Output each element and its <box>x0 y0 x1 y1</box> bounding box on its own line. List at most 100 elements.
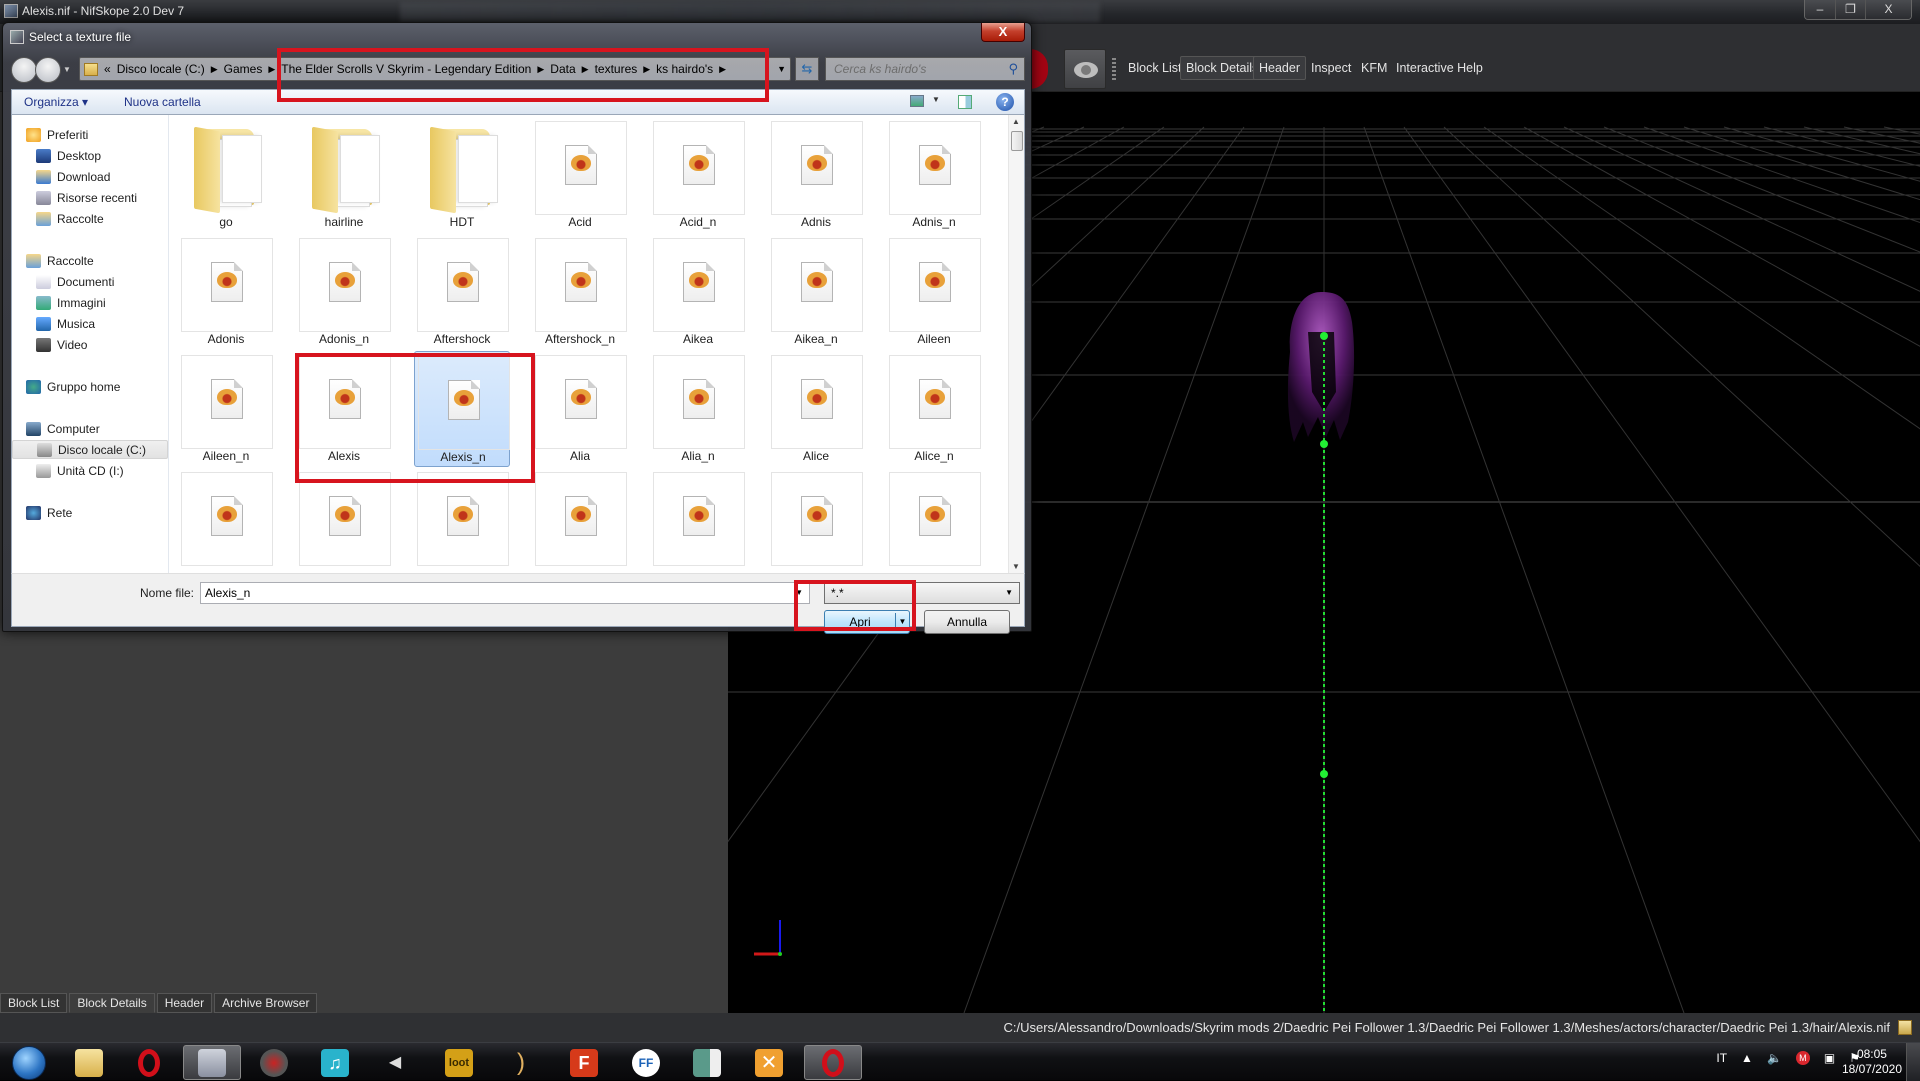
tab-block-list[interactable]: Block List <box>0 993 68 1013</box>
file-item[interactable]: Aikea <box>650 234 746 350</box>
volume-icon[interactable]: 🔈 <box>1767 1051 1782 1065</box>
toolbar-block-list[interactable]: Block List <box>1122 56 1188 80</box>
file-item[interactable] <box>178 468 274 573</box>
address-history-dropdown[interactable]: ▼ <box>777 64 786 74</box>
file-item[interactable]: Adonis <box>178 234 274 350</box>
toolbar-block-details[interactable]: Block Details <box>1180 56 1265 80</box>
mega-icon[interactable]: M <box>1795 1051 1810 1065</box>
file-item[interactable]: Alice_n <box>886 351 982 467</box>
sidebar-item-download[interactable]: Download <box>12 167 168 186</box>
clock[interactable]: 08:05 18/07/2020 <box>1842 1047 1902 1077</box>
dialog-close-button[interactable]: X <box>981 23 1025 42</box>
file-item[interactable]: Adnis_n <box>886 117 982 233</box>
search-input[interactable]: Cerca ks hairdo's ⚲ <box>825 57 1025 81</box>
minimize-button[interactable]: – <box>1805 0 1835 19</box>
breadcrumb-games[interactable]: Games <box>224 62 263 76</box>
file-item[interactable] <box>296 468 392 573</box>
file-item[interactable]: Aileen <box>886 234 982 350</box>
file-item[interactable]: Aftershock_n <box>532 234 628 350</box>
taskbar-loot[interactable]: loot <box>430 1045 488 1080</box>
sidebar-item-computer[interactable]: Computer <box>12 419 168 438</box>
forward-button[interactable] <box>35 57 61 83</box>
preview-pane-icon[interactable] <box>958 95 972 109</box>
language-indicator[interactable]: IT <box>1716 1051 1727 1065</box>
breadcrumb-disco-locale[interactable]: Disco locale (C:) <box>117 62 205 76</box>
toolbar-kfm[interactable]: KFM <box>1355 56 1393 80</box>
folder-item[interactable]: go <box>178 117 274 233</box>
scrollbar-thumb[interactable] <box>1011 131 1023 151</box>
taskbar-ffdec[interactable]: FF <box>617 1045 675 1080</box>
organize-menu[interactable]: Organizza ▾ <box>24 95 88 109</box>
file-item[interactable] <box>650 468 746 573</box>
start-button[interactable] <box>0 1045 58 1080</box>
tab-header[interactable]: Header <box>156 993 213 1013</box>
network-icon[interactable]: ▣ <box>1824 1051 1835 1065</box>
file-item[interactable]: Alia_n <box>650 351 746 467</box>
show-desktop-button[interactable] <box>1906 1043 1920 1081</box>
file-item[interactable] <box>886 468 982 573</box>
back-button[interactable] <box>11 57 37 83</box>
file-item[interactable] <box>532 468 628 573</box>
sidebar-item-musica[interactable]: Musica <box>12 314 168 333</box>
bone-node-neck[interactable] <box>1320 440 1328 448</box>
taskbar-opera-active[interactable] <box>804 1045 862 1080</box>
scroll-up-arrow[interactable]: ▲ <box>1012 117 1020 126</box>
restore-button[interactable]: ❐ <box>1835 0 1865 19</box>
scroll-down-arrow[interactable]: ▼ <box>1012 562 1020 571</box>
sidebar-item-video[interactable]: Video <box>12 335 168 354</box>
sidebar-item-desktop[interactable]: Desktop <box>12 146 168 165</box>
taskbar-skyrim[interactable] <box>245 1045 303 1080</box>
taskbar-music[interactable]: ♫ <box>306 1045 364 1080</box>
toolbar-grip-handle[interactable] <box>1112 58 1116 80</box>
cancel-button[interactable]: Annulla <box>924 610 1010 634</box>
close-window-button[interactable]: X <box>1865 0 1911 19</box>
file-item[interactable] <box>414 468 510 573</box>
sidebar-item-preferiti[interactable]: Preferiti <box>12 125 168 144</box>
taskbar-app-window[interactable] <box>678 1045 736 1080</box>
file-item[interactable]: Alice <box>768 351 864 467</box>
sidebar-item-disco-locale-c[interactable]: Disco locale (C:) <box>12 440 168 459</box>
show-hidden-icons[interactable]: ▲ <box>1741 1051 1753 1065</box>
taskbar-flash[interactable]: F <box>555 1045 613 1080</box>
taskbar-explorer[interactable] <box>60 1045 118 1080</box>
new-folder-button[interactable]: Nuova cartella <box>124 95 201 109</box>
file-item[interactable]: Aileen_n <box>178 351 274 467</box>
taskbar-volume-app[interactable]: ◀ <box>366 1045 424 1080</box>
recent-locations-dropdown[interactable]: ▼ <box>63 65 71 83</box>
taskbar-opera[interactable] <box>120 1045 178 1080</box>
toolbar-interactive-help[interactable]: Interactive Help <box>1390 56 1489 80</box>
sidebar-item-raccolte[interactable]: Raccolte <box>12 251 168 270</box>
vertical-scrollbar[interactable]: ▲ ▼ <box>1008 115 1024 573</box>
tab-block-details[interactable]: Block Details <box>69 993 155 1013</box>
file-item[interactable]: Adnis <box>768 117 864 233</box>
bone-node-head[interactable] <box>1320 332 1328 340</box>
file-item[interactable] <box>768 468 864 573</box>
taskbar-xnview[interactable]: ✕ <box>740 1045 798 1080</box>
toolbar-header[interactable]: Header <box>1253 56 1306 80</box>
file-item[interactable]: Adonis_n <box>296 234 392 350</box>
file-item[interactable]: Acid <box>532 117 628 233</box>
toolbar-inspect[interactable]: Inspect <box>1305 56 1357 80</box>
refresh-button[interactable]: ⇆ <box>795 57 819 81</box>
sidebar-item-immagini[interactable]: Immagini <box>12 293 168 312</box>
breadcrumb-separator[interactable]: ▶ <box>268 64 275 75</box>
breadcrumb-overflow[interactable]: « <box>104 62 111 76</box>
sidebar-item-raccolte[interactable]: Raccolte <box>12 209 168 228</box>
bone-node-root[interactable] <box>1320 770 1328 778</box>
change-view-icon[interactable] <box>910 95 924 107</box>
sidebar-item-gruppo-home[interactable]: Gruppo home <box>12 377 168 396</box>
view-options-dropdown[interactable]: ▼ <box>932 95 940 104</box>
breadcrumb-separator[interactable]: ▶ <box>211 64 218 75</box>
tab-archive-browser[interactable]: Archive Browser <box>214 993 318 1013</box>
file-item[interactable]: Aikea_n <box>768 234 864 350</box>
file-item[interactable]: Acid_n <box>650 117 746 233</box>
file-item[interactable]: Aftershock <box>414 234 510 350</box>
sidebar-item-unit-cd-i[interactable]: Unità CD (I:) <box>12 461 168 480</box>
taskbar-bodyslide[interactable]: ) <box>492 1045 550 1080</box>
sidebar-item-risorse-recenti[interactable]: Risorse recenti <box>12 188 168 207</box>
filename-input[interactable]: Alexis_n ▼ <box>200 582 810 604</box>
taskbar-nifskope[interactable] <box>183 1045 241 1080</box>
folder-item[interactable]: hairline <box>296 117 392 233</box>
toggle-visibility-button[interactable] <box>1064 49 1106 89</box>
file-item[interactable]: Alia <box>532 351 628 467</box>
